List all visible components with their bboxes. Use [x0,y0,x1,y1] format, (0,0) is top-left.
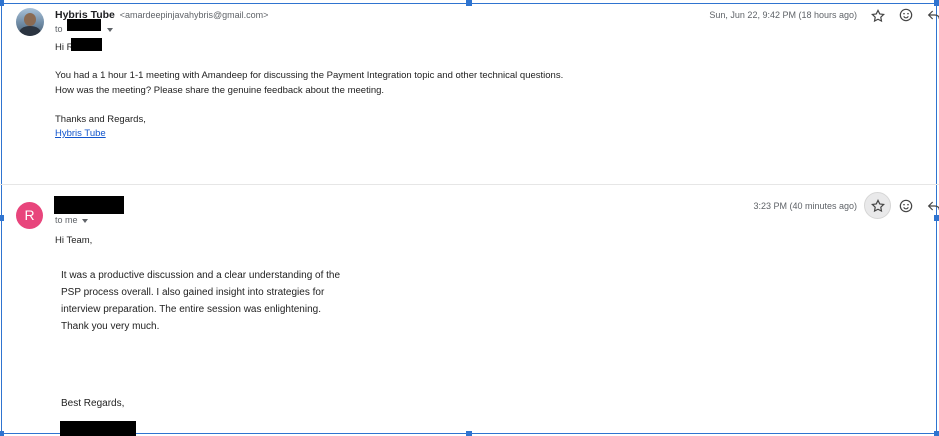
to-me-label: to me [55,215,78,225]
email-body-line: You had a 1 hour 1-1 meeting with Amande… [55,70,564,81]
redacted-sender-name [54,196,124,214]
recipient-line[interactable]: to me [55,215,88,225]
signature-link[interactable]: Hybris Tube [55,127,106,141]
sender-avatar[interactable] [16,8,44,36]
email-body-line: interview preparation. The entire sessio… [61,304,321,315]
redacted-signature [60,421,136,436]
email-body-line: Thank you very much. [61,321,160,332]
redacted-name [71,38,102,51]
star-icon[interactable] [870,8,886,24]
emoji-icon[interactable] [898,7,914,23]
email-body-line: PSP process overall. I also gained insig… [61,287,325,298]
redacted-recipient [67,19,101,31]
email-message-2: R to me 3:23 PM (40 minutes ago) Hi Team… [0,185,939,436]
chevron-down-icon[interactable] [81,218,88,223]
email-body-line: How was the meeting? Please share the ge… [55,85,385,96]
message-date[interactable]: Sun, Jun 22, 9:42 PM (18 hours ago) [709,10,857,20]
chevron-down-icon[interactable] [107,27,114,32]
sender-email: <amardeepinjavahybris@gmail.com> [119,10,269,20]
to-prefix: to [55,24,63,34]
avatar-shoulders [19,26,41,36]
star-icon[interactable] [870,198,886,214]
email-body-line: It was a productive discussion and a cle… [61,270,341,281]
sender-avatar[interactable]: R [16,202,43,229]
email-closing: Best Regards, [61,398,125,409]
reply-icon[interactable] [926,7,939,23]
email-message-1: Hybris Tube <amardeepinjavahybris@gmail.… [0,0,939,184]
email-closing: Thanks and Regards, [55,114,146,125]
reply-icon[interactable] [926,198,939,214]
avatar-head [24,13,36,26]
message-date[interactable]: 3:23 PM (40 minutes ago) [753,201,857,211]
emoji-icon[interactable] [898,198,914,214]
email-greeting: Hi Team, [55,235,93,246]
